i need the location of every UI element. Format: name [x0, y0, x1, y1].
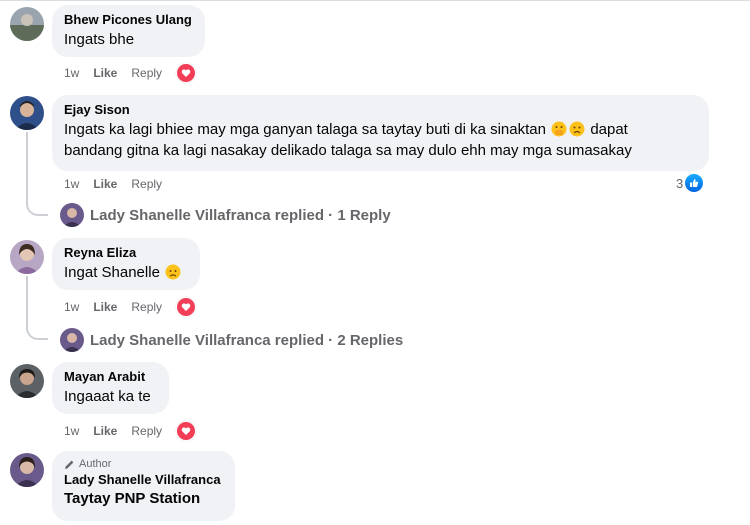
comment-bubble: Bhew Picones Ulang Ingats bhe: [52, 5, 205, 57]
author-badge: Author: [64, 457, 223, 471]
comment-text-line1: Ingats ka lagi bhiee may mga ganyan tala…: [64, 121, 546, 138]
comment-author[interactable]: Mayan Arabit: [64, 368, 157, 385]
reaction-count[interactable]: 3: [676, 174, 704, 192]
comment-text-line2: bandang gitna ka lagi nasakay delikado t…: [64, 142, 632, 159]
worried-face-emoji-icon: [569, 121, 585, 137]
comment-actions: 1w Like Reply: [64, 63, 197, 83]
thread-connector: [26, 198, 48, 216]
like-reaction-icon: [685, 174, 704, 192]
thread-line: [26, 276, 28, 322]
top-divider: [0, 0, 750, 1]
view-replies-link[interactable]: Lady Shanelle Villafranca replied · 1 Re…: [60, 203, 391, 227]
comment-author[interactable]: Bhew Picones Ulang: [64, 11, 193, 28]
comment-bubble: Reyna Eliza Ingat Shanelle: [52, 238, 200, 290]
comment-actions: 1w Like Reply: [64, 421, 197, 441]
replies-summary: Lady Shanelle Villafranca replied · 2 Re…: [90, 331, 404, 349]
reply-button[interactable]: Reply: [131, 300, 162, 314]
reaction-count-number: 3: [676, 175, 684, 191]
comment-time[interactable]: 1w: [64, 66, 79, 80]
comment-actions: 1w Like Reply: [64, 297, 197, 317]
avatar[interactable]: [10, 96, 44, 130]
like-button[interactable]: Like: [93, 66, 117, 80]
avatar[interactable]: [10, 453, 44, 487]
thread-line: [26, 132, 28, 198]
view-replies-link[interactable]: Lady Shanelle Villafranca replied · 2 Re…: [60, 328, 403, 352]
comment-actions: 1w Like Reply: [64, 175, 162, 193]
comment-time[interactable]: 1w: [64, 300, 79, 314]
like-button[interactable]: Like: [93, 177, 117, 191]
comment-author[interactable]: Ejay Sison: [64, 101, 697, 118]
avatar[interactable]: [10, 240, 44, 274]
comment-author[interactable]: Reyna Eliza: [64, 244, 188, 261]
avatar[interactable]: [10, 364, 44, 398]
comment-text: Taytay PNP Station: [64, 490, 201, 507]
comment-bubble: Author Lady Shanelle Villafranca Taytay …: [52, 451, 235, 521]
avatar: [60, 328, 84, 352]
reply-button[interactable]: Reply: [131, 177, 162, 191]
comment-text: Ingats ka lagi bhiee may mga ganyan tala…: [64, 119, 697, 140]
comment-text: Ingaaat ka te: [64, 388, 151, 405]
avatar[interactable]: [10, 7, 44, 41]
like-button[interactable]: Like: [93, 424, 117, 438]
comment-author[interactable]: Lady Shanelle Villafranca: [64, 471, 223, 488]
replies-summary: Lady Shanelle Villafranca replied · 1 Re…: [90, 206, 391, 224]
sad-face-emoji-icon: [165, 264, 181, 280]
avatar: [60, 203, 84, 227]
comment-time[interactable]: 1w: [64, 424, 79, 438]
thread-connector: [26, 322, 48, 340]
comment-bubble: Ejay Sison Ingats ka lagi bhiee may mga …: [52, 95, 709, 171]
face-with-hand-over-mouth-emoji-icon: [551, 121, 567, 137]
reply-button[interactable]: Reply: [131, 66, 162, 80]
like-button[interactable]: Like: [93, 300, 117, 314]
pencil-icon: [65, 460, 74, 469]
reply-button[interactable]: Reply: [131, 424, 162, 438]
author-badge-label: Author: [79, 458, 112, 470]
comment-time[interactable]: 1w: [64, 177, 79, 191]
comment-text: Ingat Shanelle: [64, 262, 188, 283]
comment-text-content: Ingat Shanelle: [64, 264, 160, 281]
heart-reaction-icon[interactable]: [176, 63, 197, 83]
comment-text-line1-end: dapat: [590, 121, 628, 138]
comment-bubble: Mayan Arabit Ingaaat ka te: [52, 362, 169, 414]
comment-text: Ingats bhe: [64, 31, 135, 48]
heart-reaction-icon[interactable]: [176, 421, 197, 441]
heart-reaction-icon[interactable]: [176, 297, 197, 317]
